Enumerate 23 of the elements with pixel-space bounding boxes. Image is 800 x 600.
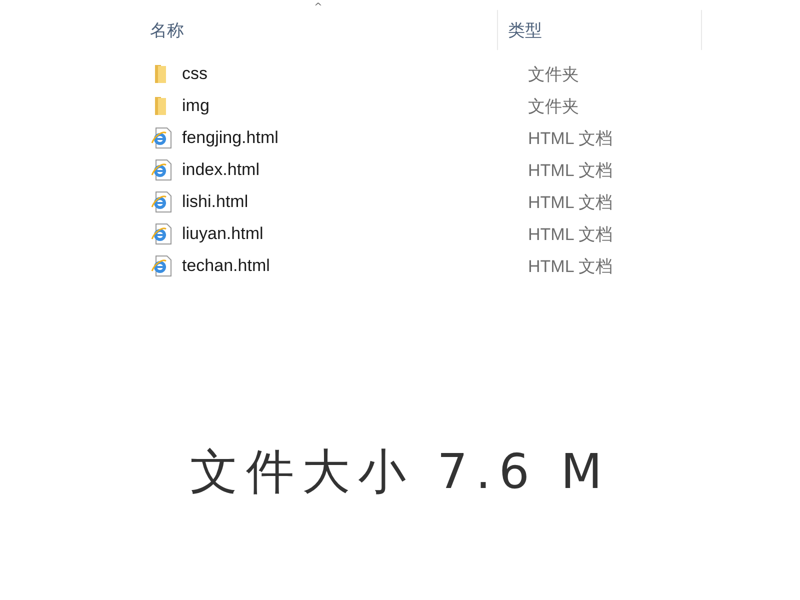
browser-document-icon — [150, 191, 174, 213]
file-type: HTML 文档 — [528, 160, 612, 182]
browser-document-icon — [150, 223, 174, 245]
file-type: HTML 文档 — [528, 192, 612, 214]
file-name[interactable]: fengjing.html — [182, 128, 528, 148]
file-type: HTML 文档 — [528, 256, 612, 278]
browser-document-icon — [150, 127, 174, 149]
file-name[interactable]: techan.html — [182, 256, 528, 276]
browser-document-icon — [150, 159, 174, 181]
file-type: 文件夹 — [528, 64, 579, 86]
file-name[interactable]: liuyan.html — [182, 224, 528, 244]
column-header[interactable]: 名称 — [140, 10, 498, 50]
file-type: HTML 文档 — [528, 128, 612, 150]
file-name[interactable]: index.html — [182, 160, 528, 180]
file-type: 文件夹 — [528, 96, 579, 118]
file-name[interactable]: img — [182, 96, 528, 116]
file-name[interactable]: css — [182, 64, 528, 84]
browser-document-icon — [150, 255, 174, 277]
file-size-caption: 文件大小 7.6 M — [190, 444, 610, 500]
file-type: HTML 文档 — [528, 224, 612, 246]
column-header[interactable]: 类型 — [498, 10, 702, 50]
sort-caret-icon[interactable]: ^ — [314, 2, 322, 13]
file-name[interactable]: lishi.html — [182, 192, 528, 212]
